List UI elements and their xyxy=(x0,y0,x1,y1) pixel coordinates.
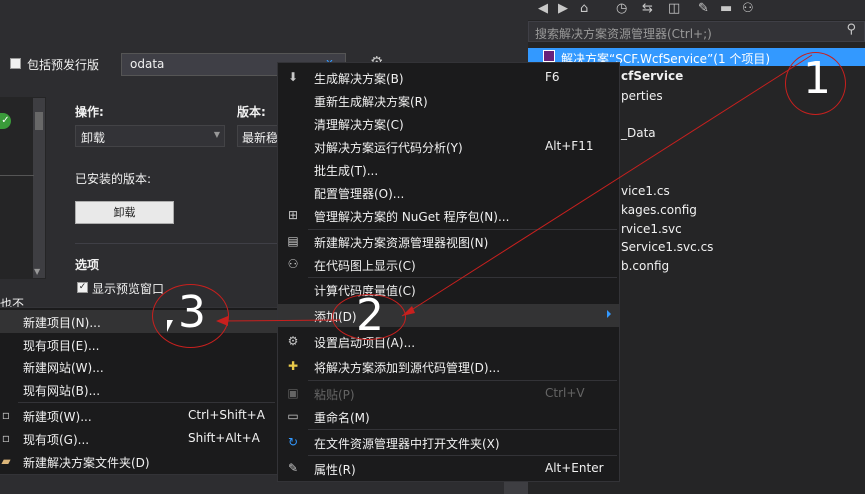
annotation-number-2: 2 xyxy=(356,290,384,341)
annotation-arrow-2 xyxy=(217,319,341,322)
annotation-overlay xyxy=(216,54,813,326)
annotation-number-1: 1 xyxy=(803,53,831,104)
mouse-cursor-icon xyxy=(167,320,179,332)
annotation-arrow-1 xyxy=(401,54,813,317)
annotation-number-3: 3 xyxy=(178,287,206,338)
